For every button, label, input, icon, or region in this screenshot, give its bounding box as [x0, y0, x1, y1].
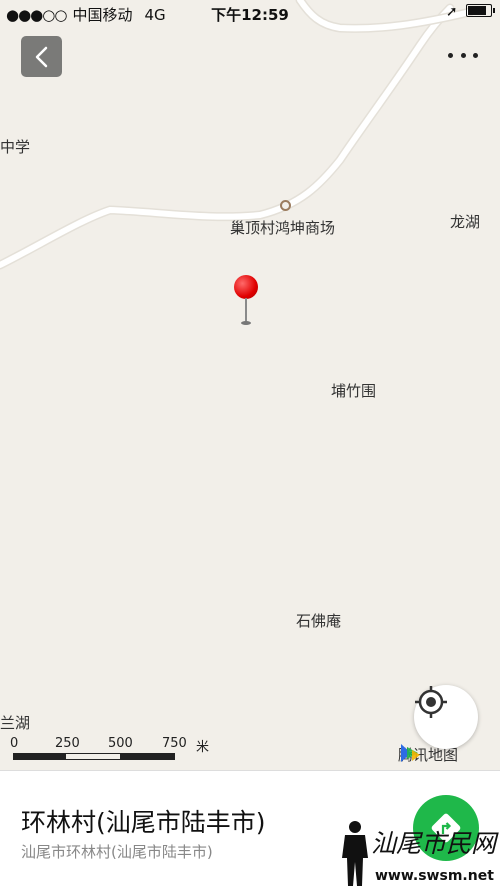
locate-me-button[interactable] — [414, 685, 478, 749]
scale-label-500: 500 — [108, 736, 133, 751]
map-label-mall: 巢顶村鸿坤商场 — [230, 219, 336, 237]
map-scale: 0 250 500 750 米 — [10, 736, 210, 760]
map-label-school: 中学 — [0, 138, 31, 156]
scale-label-0: 0 — [10, 736, 19, 751]
map-label-lanhu: 兰湖 — [0, 714, 31, 732]
tencent-map-logo-icon — [401, 744, 420, 762]
location-subtitle: 汕尾市环林村(汕尾市陆丰市) — [21, 843, 213, 861]
site-watermark: 汕尾市民网 www.swsm.net — [335, 818, 500, 890]
crosshair-icon — [415, 686, 447, 718]
location-arrow-icon: ➚ — [445, 4, 458, 20]
map-roads — [0, 0, 475, 270]
map-label-shifoan: 石佛庵 — [296, 612, 342, 630]
watermark-text: 汕尾市民网 — [371, 829, 497, 858]
map-label-buzhuwei: 埔竹围 — [331, 382, 377, 400]
back-button[interactable] — [21, 36, 62, 77]
map-label-longhu: 龙湖 — [450, 213, 481, 231]
watermark-url: www.swsm.net — [375, 868, 494, 884]
battery-icon — [466, 4, 495, 17]
location-title: 环林村(汕尾市陆丰市) — [21, 808, 266, 837]
person-silhouette-icon — [342, 821, 368, 886]
scale-label-250: 250 — [55, 736, 80, 751]
scale-unit: 米 — [196, 740, 210, 755]
more-dots-icon — [448, 52, 453, 58]
more-options-button[interactable] — [448, 48, 478, 62]
scale-label-750: 750 — [162, 736, 187, 751]
poi-marker-icon — [280, 200, 291, 211]
map-view[interactable]: 中学 巢顶村鸿坤商场 龙湖 埔竹围 石佛庵 兰湖 0 250 500 750 米… — [0, 0, 500, 770]
status-right: ➚ — [445, 4, 495, 20]
chevron-left-icon — [35, 46, 47, 67]
status-time: 下午12:59 — [211, 6, 289, 24]
status-bar: ●●●○○ 中国移动 4G 下午12:59 ➚ — [0, 0, 500, 28]
scale-bar — [13, 753, 175, 760]
